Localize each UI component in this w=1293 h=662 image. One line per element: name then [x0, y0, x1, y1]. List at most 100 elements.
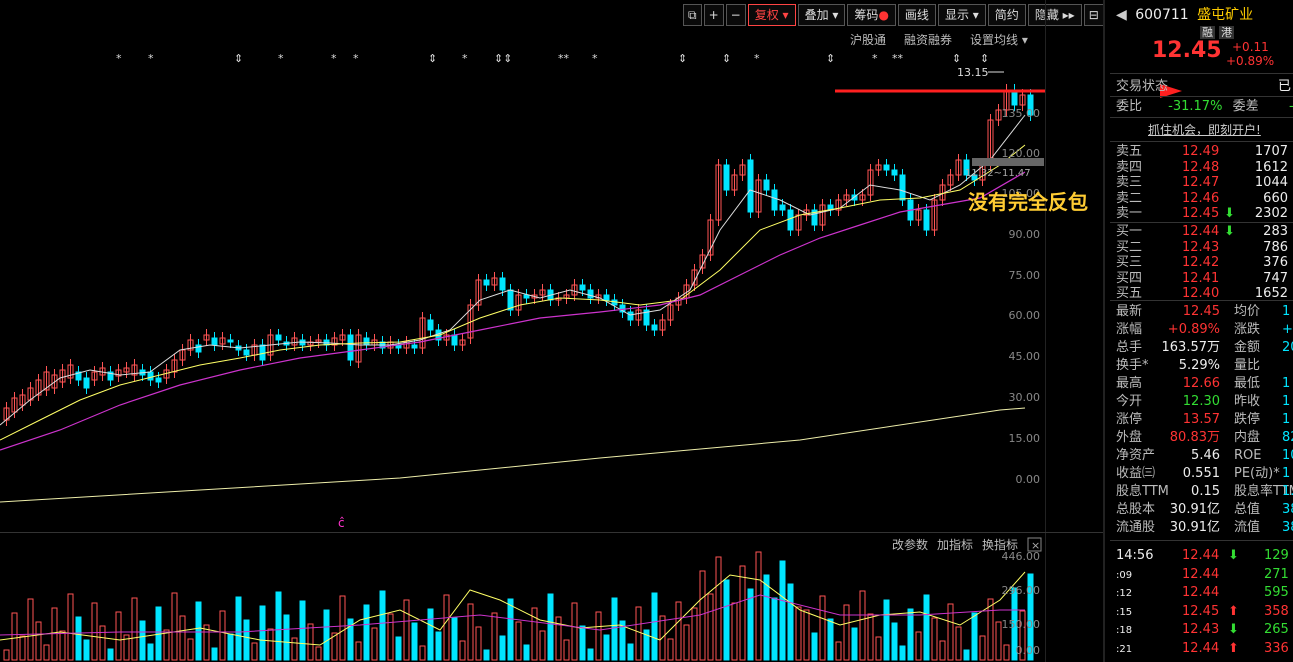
volume-bar	[883, 599, 890, 661]
collapse-icon[interactable]: ⊟	[1083, 4, 1104, 26]
candle	[523, 294, 530, 299]
volume-bar	[147, 643, 154, 661]
volume-bar	[371, 627, 378, 661]
volume-bar	[923, 594, 930, 661]
volume-bar	[19, 635, 26, 661]
event-markers: * * ⇕ * * * ⇕ * ⇕⇕ ** * ⇕ ⇕ * ⇕ * ** ⇕ ⇕	[116, 52, 989, 65]
volume-bar	[931, 617, 938, 661]
volume-bar	[763, 574, 770, 661]
panel-divider[interactable]	[1103, 0, 1105, 662]
volume-bar	[467, 603, 474, 661]
volume-bar	[195, 601, 202, 661]
range-bar	[972, 158, 1044, 166]
volume-bar	[379, 590, 386, 661]
volume-bar	[987, 598, 994, 661]
high-price-label: 13.15	[957, 66, 989, 79]
svg-text:⇕: ⇕	[980, 52, 989, 65]
volume-bar	[107, 648, 114, 661]
volume-bar	[3, 649, 10, 661]
stock-code: 600711	[1135, 7, 1189, 23]
volume-bar	[99, 625, 106, 661]
price-axis-label: 30.00	[1009, 391, 1041, 404]
volume-bar	[491, 612, 498, 661]
volume-bar	[515, 621, 522, 661]
price-axis-label: 60.00	[1009, 309, 1041, 322]
stat-row: 流通股30.91亿流值384	[1116, 520, 1293, 535]
quote-panel: ◀ 600711 盛屯矿业 融 港 12.45 +0.11 +0.89% 交易状…	[1110, 0, 1293, 662]
tick-row: :18 12.43 ⬇ 265	[1116, 622, 1289, 637]
status-label: 交易状态	[1116, 79, 1169, 94]
stat-row: 收益㈢ 0.551 PE(动)* 1	[1116, 466, 1291, 481]
candle	[627, 311, 634, 321]
svg-text:*: *	[462, 52, 468, 65]
candle	[259, 344, 266, 361]
svg-text:×: ×	[1031, 539, 1040, 552]
volume-bar	[955, 626, 962, 661]
svg-text:**: **	[558, 52, 570, 65]
svg-text:⇕: ⇕	[952, 52, 961, 65]
status-value: 已	[1278, 79, 1292, 94]
ma-line-magenta	[0, 171, 1026, 451]
volume-bar	[827, 618, 834, 661]
volume-bar	[875, 636, 882, 661]
volume-bar	[699, 570, 706, 661]
volume-bar	[587, 648, 594, 661]
volume-bar	[675, 601, 682, 661]
volume-bar	[203, 624, 210, 661]
candle	[243, 349, 250, 356]
annotation-text: 没有完全反包	[968, 190, 1088, 214]
volume-bar	[907, 608, 914, 661]
volume-bar	[307, 623, 314, 661]
volume-bar	[355, 641, 362, 661]
promo-link[interactable]: 抓住机会，即刻开户!	[1148, 121, 1293, 139]
tick-row: :15 12.45 ⬆ 358	[1116, 603, 1289, 619]
volume-bar	[963, 649, 970, 661]
svg-text:*: *	[116, 52, 122, 65]
volume-bar	[835, 641, 842, 661]
volume-bar	[915, 631, 922, 661]
volume-bar	[539, 630, 546, 661]
volume-bar	[979, 635, 986, 661]
price-axis-label: 15.00	[1009, 432, 1041, 445]
candle	[427, 319, 434, 331]
volume-bar	[851, 627, 858, 661]
volume-bar	[947, 603, 954, 661]
back-icon: ◀	[1116, 7, 1127, 23]
volume-bar	[787, 583, 794, 661]
volume-axis-label: 0.00	[1016, 644, 1041, 657]
candle	[83, 377, 90, 389]
volume-bar	[683, 624, 690, 661]
weibi-value: -31.17%	[1168, 99, 1223, 114]
event-marker-c: ĉ	[338, 516, 345, 530]
volume-bar	[451, 617, 458, 661]
tick-row: :21 12.44 ⬆ 336	[1116, 640, 1289, 656]
volume-bar	[651, 592, 658, 661]
candle	[763, 179, 770, 191]
volume-bar	[43, 644, 50, 661]
bid-row: 买五 12.40 1652	[1116, 286, 1288, 301]
candle	[579, 284, 586, 291]
volume-bar	[547, 593, 554, 661]
volume-bar	[339, 595, 346, 661]
candle	[195, 344, 202, 353]
swap-indicator-button: 换指标	[982, 537, 1018, 552]
volume-bar	[499, 635, 506, 661]
ask-row: 卖一 12.45 ⬇ 2302	[1116, 206, 1288, 221]
candle	[483, 279, 490, 286]
stock-name: 盛屯矿业	[1197, 7, 1254, 23]
candle	[771, 189, 778, 211]
volume-bar	[83, 639, 90, 661]
volume-bar	[531, 607, 538, 661]
change-param-button: 改参数	[892, 537, 928, 552]
volume-bar	[771, 597, 778, 661]
stat-row: 股息TTM0.15股息率TTM1.	[1116, 484, 1293, 499]
price-chart[interactable]: * * ⇕ * * * ⇕ * ⇕⇕ ** * ⇕ ⇕ * ⇕ * ** ⇕ ⇕ 135.00120.0…	[0, 0, 1045, 662]
candle	[147, 371, 154, 381]
candle	[363, 337, 370, 346]
volume-bar	[395, 636, 402, 661]
volume-axis-label: 150.00	[1002, 618, 1041, 631]
candle	[347, 334, 354, 361]
candle	[779, 204, 786, 211]
volume-bar	[891, 622, 898, 661]
candle	[883, 164, 890, 171]
